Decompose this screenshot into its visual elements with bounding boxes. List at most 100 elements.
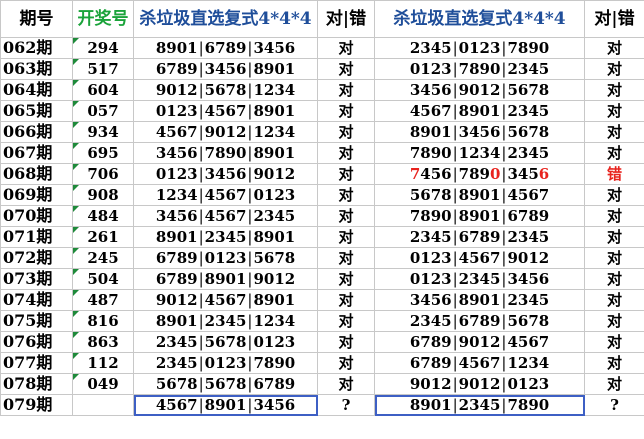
digit: 5 [420, 102, 431, 120]
digit: 9 [155, 81, 167, 99]
digit: 9 [253, 270, 264, 288]
period-cell: 078期 [0, 373, 73, 395]
draw-number-cell: 261 [72, 226, 134, 248]
method-2-group: 0123 [410, 249, 452, 267]
digit: 5 [215, 207, 226, 225]
method-2-group: 6789 [410, 333, 452, 351]
digit: 9 [235, 39, 247, 57]
digit: 5 [215, 186, 226, 204]
digit: 0 [176, 228, 188, 246]
digit: 0 [479, 186, 490, 204]
digit: 4 [528, 228, 539, 246]
digit: 7 [235, 207, 247, 225]
digit: 1 [166, 102, 177, 120]
digit: 6 [187, 144, 198, 162]
digit: 1 [489, 186, 501, 204]
digit: 6 [458, 228, 470, 246]
method-1-numbers: 4567|9012|1234 [133, 121, 318, 143]
digit: 7 [528, 81, 539, 99]
digit: 9 [204, 123, 216, 141]
digit: 1 [441, 396, 452, 414]
digit: 9 [538, 207, 550, 225]
digit: 7 [517, 207, 529, 225]
method-1-group: 5678 [205, 81, 247, 99]
digit: 7 [469, 312, 480, 330]
method-2-group: 6789 [507, 207, 549, 225]
digit: 8 [235, 375, 247, 393]
separator: | [452, 207, 458, 225]
digit: 6 [479, 354, 490, 372]
draw-number-cell: 695 [72, 142, 134, 164]
method-2-numbers: 5678|8901|4567 [374, 184, 585, 206]
method-1-numbers: 6789|3456|8901 [133, 58, 318, 80]
digit: 1 [166, 165, 177, 183]
digit: 9 [187, 60, 198, 78]
digit: 4 [166, 144, 177, 162]
digit: 7 [409, 144, 421, 162]
result-2-cell: 对 [584, 121, 644, 143]
method-1-numbers: 3456|7890|8901 [133, 142, 318, 164]
table-row: 075期 816 8901|2345|1234 对 2345|6789|5678 对 [0, 310, 644, 332]
method-2-group: 7890 [459, 60, 501, 78]
method-1-group: 1234 [156, 186, 198, 204]
method-2-group: 2345 [459, 270, 501, 288]
draw-number-cell: 706 [72, 163, 134, 185]
digit: 2 [458, 270, 470, 288]
digit: 5 [517, 186, 529, 204]
table-row: 074期 487 9012|4567|8901 对 3456|8901|2345 对 [0, 289, 644, 311]
method-2-group: 2345 [410, 228, 452, 246]
digit: 9 [409, 375, 421, 393]
method-2-group: 9012 [507, 249, 549, 267]
digit: 9 [479, 60, 490, 78]
table-row: 070期 484 3456|4567|2345 对 7890|8901|6789 对 [0, 205, 644, 227]
method-2-group: 4567 [507, 186, 549, 204]
result-1-cell: 对 [317, 121, 375, 143]
method-1-numbers: 8901|6789|3456 [133, 37, 318, 59]
draw-number-cell: 294 [72, 37, 134, 59]
method-1-group: 3456 [253, 396, 295, 414]
draw-number-cell [72, 394, 134, 416]
digit: 1 [176, 81, 188, 99]
digit: 5 [215, 102, 226, 120]
method-1-group: 5678 [253, 249, 295, 267]
digit: 8 [253, 144, 264, 162]
digit: 5 [176, 144, 188, 162]
digit: 3 [507, 270, 518, 288]
digit: 8 [458, 291, 470, 309]
digit: 9 [420, 396, 431, 414]
digit: 3 [528, 354, 539, 372]
digit: 0 [215, 123, 226, 141]
digit: 8 [479, 228, 490, 246]
digit: 0 [284, 354, 296, 372]
method-2-numbers: 8901|2345|7890 [374, 394, 585, 416]
method-1-group: 3456 [156, 207, 198, 225]
separator: | [198, 333, 204, 351]
digit: 1 [284, 60, 296, 78]
draw-number-cell: 604 [72, 79, 134, 101]
digit: 6 [284, 396, 296, 414]
digit: 2 [284, 270, 296, 288]
digit: 8 [155, 228, 167, 246]
result-1-cell: 对 [317, 352, 375, 374]
digit: 7 [166, 60, 177, 78]
draw-number-cell: 816 [72, 310, 134, 332]
digit: 9 [420, 123, 431, 141]
digit: 5 [469, 354, 480, 372]
result-2-cell: 对 [584, 79, 644, 101]
digit: 1 [507, 354, 518, 372]
digit: 4 [517, 165, 529, 183]
digit: 4 [176, 333, 188, 351]
digit: 5 [507, 81, 518, 99]
method-1-numbers: 4567|8901|3456 [133, 394, 318, 416]
result-1-cell: 对 [317, 331, 375, 353]
digit: 5 [225, 60, 236, 78]
method-2-group: 5678 [410, 186, 452, 204]
digit: 0 [441, 207, 452, 225]
digit: 3 [517, 60, 529, 78]
method-2-numbers: 8901|3456|5678 [374, 121, 585, 143]
digit: 4 [458, 249, 470, 267]
digit: 5 [441, 39, 452, 57]
method-2-group: 5678 [507, 81, 549, 99]
digit: 6 [235, 60, 247, 78]
method-2-group: 7890 [507, 396, 549, 414]
